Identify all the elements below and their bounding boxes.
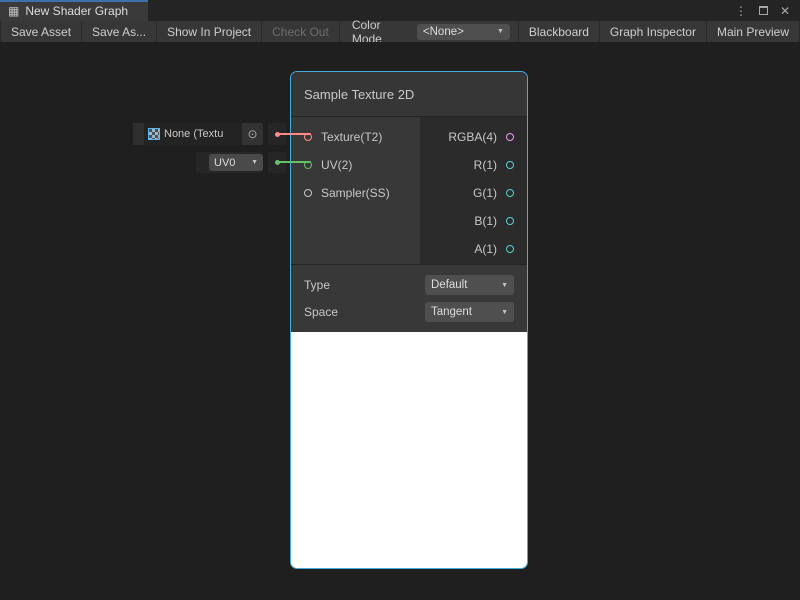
port-texture: Texture(T2) (291, 123, 420, 151)
port-uv: UV(2) (291, 151, 420, 179)
color-mode-value: <None> (423, 26, 464, 38)
sample-texture-2d-node[interactable]: Sample Texture 2D Texture(T2) UV(2) Samp… (290, 71, 528, 569)
port-label: B(1) (474, 214, 497, 228)
space-label: Space (304, 305, 338, 319)
chevron-down-icon: ▼ (501, 282, 508, 289)
space-value: Tangent (431, 306, 472, 318)
texture-object-field[interactable]: None (Textu ⊙ (133, 123, 263, 145)
save-asset-button[interactable]: Save Asset (0, 21, 82, 42)
uv-widget-strip: UV0 ▼ (196, 152, 263, 173)
uv-edge-wire[interactable] (277, 161, 311, 163)
maximize-icon[interactable] (759, 6, 768, 15)
type-label: Type (304, 278, 330, 292)
main-preview-button[interactable]: Main Preview (707, 21, 800, 42)
node-header[interactable]: Sample Texture 2D (291, 72, 527, 117)
toolbar-right-group: Blackboard Graph Inspector Main Preview (518, 21, 800, 42)
chevron-down-icon: ▼ (251, 159, 258, 166)
g-port-icon[interactable] (506, 189, 514, 197)
space-dropdown[interactable]: Tangent ▼ (425, 302, 514, 322)
toolbar: Save Asset Save As... Show In Project Ch… (0, 21, 800, 42)
texture-checker-icon (148, 128, 160, 140)
type-value: Default (431, 279, 467, 291)
graph-canvas[interactable]: None (Textu ⊙ UV0 ▼ Sample Texture 2D (0, 42, 800, 600)
save-as-button[interactable]: Save As... (82, 21, 157, 42)
tab-label: New Shader Graph (25, 4, 128, 18)
color-mode-dropdown[interactable]: <None> ▼ (417, 24, 510, 40)
type-control-row: Type Default ▼ (304, 273, 514, 297)
kebab-menu-icon[interactable]: ⋮ (735, 5, 747, 17)
node-preview (291, 332, 527, 568)
close-icon[interactable]: ✕ (780, 5, 790, 17)
port-label: A(1) (474, 242, 497, 256)
port-label: Sampler(SS) (321, 186, 390, 200)
uv-channel-value: UV0 (214, 157, 235, 169)
port-label: Texture(T2) (321, 130, 382, 144)
node-ports: Texture(T2) UV(2) Sampler(SS) RGBA(4) R(… (291, 117, 527, 265)
sampler-port-icon[interactable] (304, 189, 312, 197)
texture-input-row: None (Textu ⊙ (133, 123, 286, 145)
port-label: R(1) (474, 158, 497, 172)
type-dropdown[interactable]: Default ▼ (425, 275, 514, 295)
r-port-icon[interactable] (506, 161, 514, 169)
tab-new-shader-graph[interactable]: ▦ New Shader Graph (0, 0, 148, 21)
texture-thumbnail (133, 123, 144, 145)
node-title: Sample Texture 2D (304, 87, 414, 102)
shader-graph-icon: ▦ (8, 5, 19, 17)
rgba-port-icon[interactable] (506, 133, 514, 141)
port-label: G(1) (473, 186, 497, 200)
port-r: R(1) (420, 151, 527, 179)
b-port-icon[interactable] (506, 217, 514, 225)
input-ports-column: Texture(T2) UV(2) Sampler(SS) (291, 117, 420, 264)
chevron-down-icon: ▼ (501, 309, 508, 316)
port-label: UV(2) (321, 158, 352, 172)
space-control-row: Space Tangent ▼ (304, 300, 514, 324)
uv-channel-dropdown[interactable]: UV0 ▼ (209, 154, 263, 171)
a-port-icon[interactable] (506, 245, 514, 253)
window-controls: ⋮ ✕ (735, 0, 800, 21)
color-mode-label: Color Mode (340, 21, 417, 42)
check-out-button: Check Out (262, 21, 340, 42)
show-in-project-button[interactable]: Show In Project (157, 21, 262, 42)
port-g: G(1) (420, 179, 527, 207)
graph-inspector-button[interactable]: Graph Inspector (600, 21, 707, 42)
active-tab-accent (0, 0, 148, 2)
port-rgba: RGBA(4) (420, 123, 527, 151)
port-sampler: Sampler(SS) (291, 179, 420, 207)
blackboard-button[interactable]: Blackboard (518, 21, 600, 42)
output-ports-column: RGBA(4) R(1) G(1) B(1) A(1) (420, 117, 527, 264)
chevron-down-icon: ▼ (497, 28, 504, 35)
texture-field-body[interactable]: None (Textu (144, 123, 242, 145)
uv-input-row: UV0 ▼ (196, 152, 286, 173)
node-controls: Type Default ▼ Space Tangent ▼ (291, 265, 527, 332)
port-b: B(1) (420, 207, 527, 235)
object-picker-icon[interactable]: ⊙ (242, 123, 263, 145)
texture-edge-wire[interactable] (277, 133, 311, 135)
texture-field-value: None (Textu (164, 128, 223, 140)
port-label: RGBA(4) (448, 130, 497, 144)
port-a: A(1) (420, 235, 527, 263)
